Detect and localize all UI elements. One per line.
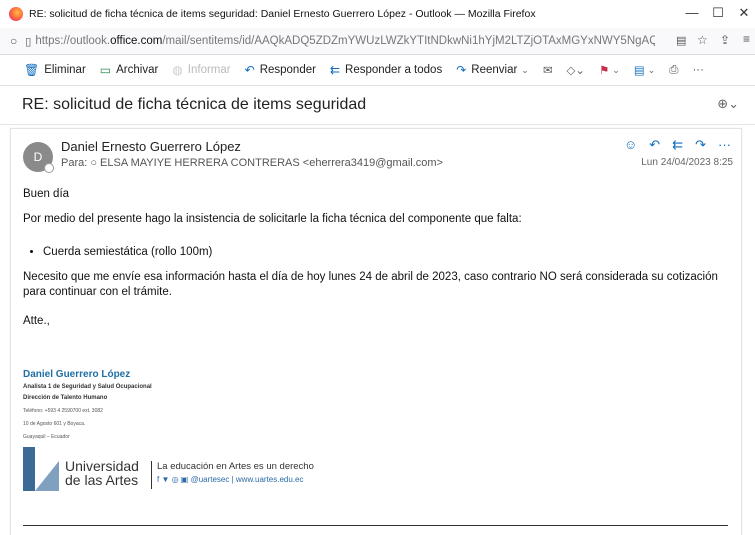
university-logo: Universidad de las Artes La educación en …: [23, 447, 323, 497]
command-toolbar: 🗑 Eliminar ▭ Archivar ◍ Informar ↶ Responder…: [0, 55, 755, 86]
trash-icon: 🗑: [24, 63, 40, 77]
firefox-icon: [9, 7, 23, 21]
paragraph-2: Necesito que me envíe esa información ha…: [23, 271, 718, 298]
url-prefix: https://outlook.: [35, 35, 111, 47]
report-label: Informar: [187, 64, 231, 76]
reply-icon: ↶: [244, 63, 255, 77]
subject-title: RE: solicitud de ficha técnica de items …: [22, 96, 367, 113]
signature-department: Dirección de Talento Humano: [23, 395, 108, 401]
signature-address: 10 de Agosto 601 y Boyaca.: [23, 421, 86, 427]
tag-icon[interactable]: ◇⌄: [566, 63, 584, 77]
subject-bar: RE: solicitud de ficha técnica de items …: [0, 86, 755, 125]
presence-icon: [44, 163, 54, 173]
paragraph-1: Por medio del presente hago la insistenc…: [23, 213, 522, 225]
forward-button[interactable]: ↷ Reenviar ⌄: [456, 63, 529, 77]
url-text[interactable]: https://outlook.office.com/mail/sentitem…: [35, 35, 655, 47]
signature-city: Guayaquil – Ecuador: [23, 434, 70, 440]
reply-all-label: Responder a todos: [345, 64, 443, 76]
divider-line: [23, 525, 728, 526]
message-card: D Daniel Ernesto Guerrero López Para: ○ …: [10, 128, 742, 535]
message-actions: ☺ ↶ ⇇ ↷ ···: [624, 137, 731, 153]
page-icon: ▯: [25, 35, 32, 48]
delete-label: Eliminar: [44, 64, 86, 76]
forward-label: Reenviar: [471, 64, 518, 76]
maximize-button[interactable]: ☐: [708, 5, 728, 21]
flag-icon[interactable]: ⚑ ⌄: [599, 63, 620, 78]
archive-label: Archivar: [116, 64, 159, 76]
avatar-initial: D: [33, 150, 43, 164]
signature-name: Daniel Guerrero López: [23, 369, 131, 380]
shield-report-icon: ◍: [172, 63, 183, 77]
read-unread-icon[interactable]: ✉: [543, 63, 553, 77]
minimize-button[interactable]: —: [682, 5, 702, 20]
forward-icon: ↷: [456, 63, 467, 77]
more-icon[interactable]: ···: [718, 137, 731, 153]
window-titlebar: RE: solicitud de ficha técnica de items …: [0, 0, 755, 29]
logo-line-2: de las Artes: [65, 472, 139, 488]
signature-role: Analista 1 de Seguridad y Salud Ocupacio…: [23, 384, 152, 390]
zoom-icon[interactable]: ⊕⌄: [717, 96, 739, 112]
reply-all-icon: ⇇: [329, 63, 341, 77]
window-title: RE: solicitud de ficha técnica de items …: [29, 8, 536, 20]
reply-all-icon[interactable]: ⇇: [672, 137, 683, 153]
greeting: Buen día: [23, 188, 70, 200]
logo-motto: La educación en Artes es un derecho: [157, 461, 314, 472]
reader-view-icon[interactable]: ▤: [676, 34, 686, 47]
print-icon[interactable]: ⎙: [669, 64, 678, 77]
reply-all-button[interactable]: ⇇ Responder a todos: [330, 63, 442, 77]
address-bar[interactable]: ○ ▯ https://outlook.office.com/mail/sent…: [0, 28, 755, 55]
signature-phone: Teléfono: +593 4 2590700 ext. 3082: [23, 408, 103, 414]
delete-button[interactable]: 🗑 Eliminar: [24, 63, 86, 77]
reply-button[interactable]: ↶ Responder: [245, 63, 316, 77]
url-domain: office.com: [110, 35, 163, 47]
sender-name[interactable]: Daniel Ernesto Guerrero López: [61, 139, 241, 154]
bookmark-star-icon[interactable]: ☆: [697, 33, 708, 47]
bullet-item: Cuerda semiestática (rollo 100m): [43, 245, 733, 260]
more-options-icon[interactable]: ···: [692, 64, 704, 76]
message-date: Lun 24/04/2023 8:25: [641, 157, 733, 168]
logo-text: Universidad de las Artes: [65, 459, 139, 487]
archive-button[interactable]: ▭ Archivar: [100, 63, 159, 77]
report-button[interactable]: ◍ Informar: [172, 63, 230, 77]
url-rest: /mail/sentitems/id/AAQkADQ5ZDZmYWUzLWZkY…: [162, 35, 656, 47]
closing: Atte.,: [23, 315, 50, 327]
shield-icon: ○: [10, 34, 18, 48]
logo-social: f ▼ ◎ ▣ @uartesec | www.uartes.edu.ec: [157, 475, 304, 484]
logo-line-1: Universidad: [65, 458, 139, 474]
avatar[interactable]: D: [23, 142, 54, 173]
bullet-list: Cuerda semiestática (rollo 100m): [23, 245, 733, 260]
logo-divider: [151, 461, 152, 489]
move-chevron-icon: ⌄: [647, 64, 656, 75]
emoji-icon[interactable]: ☺: [624, 137, 637, 153]
flag-chevron-icon: ⌄: [612, 64, 620, 75]
close-button[interactable]: ✕: [734, 5, 754, 21]
reply-label: Responder: [259, 64, 316, 76]
logo-mark-icon: [23, 447, 59, 491]
forward-icon[interactable]: ↷: [695, 137, 706, 153]
chevron-down-icon: ⌄: [521, 64, 529, 75]
archive-icon: ▭: [99, 63, 112, 77]
recipient-line[interactable]: Para: ○ ELSA MAYIYE HERRERA CONTRERAS <e…: [61, 157, 443, 169]
reply-icon[interactable]: ↶: [649, 137, 660, 153]
menu-icon[interactable]: ≡: [743, 32, 750, 46]
share-icon[interactable]: ⇪: [720, 33, 730, 47]
move-icon[interactable]: ▤ ⌄: [634, 63, 656, 78]
message-body: Buen día Por medio del presente hago la …: [23, 187, 733, 329]
